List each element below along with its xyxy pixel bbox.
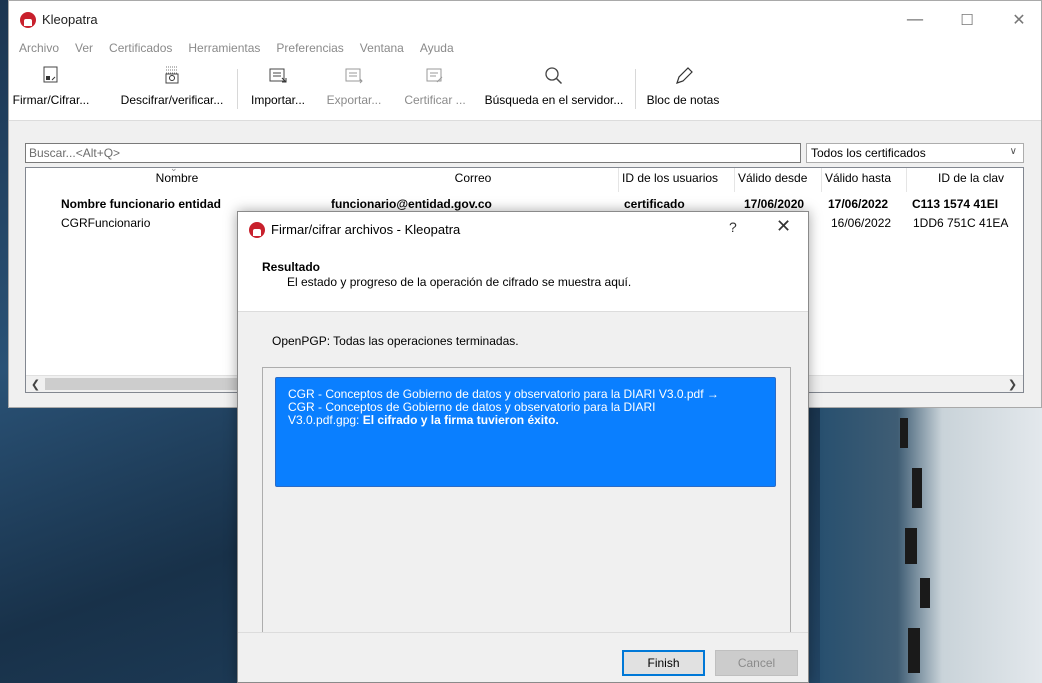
scrollbar-thumb[interactable] bbox=[45, 378, 238, 390]
search-row: Buscar...<Alt+Q> Todos los certificados … bbox=[25, 143, 1024, 163]
column-header-user-ids[interactable]: ID de los usuarios bbox=[622, 171, 718, 191]
title-bar: Kleopatra — ☐ ✕ bbox=[9, 1, 1041, 39]
column-header-valid-from[interactable]: Válido desde bbox=[738, 171, 807, 191]
scroll-right-icon[interactable]: ❯ bbox=[1004, 377, 1021, 392]
result-success-text: El cifrado y la firma tuvieron éxito. bbox=[362, 413, 559, 427]
notepad-label: Bloc de notas bbox=[646, 93, 720, 107]
row-1-valid-until[interactable]: 17/06/2022 bbox=[828, 197, 888, 211]
menu-ayuda[interactable]: Ayuda bbox=[412, 39, 462, 59]
row-1-valid-from[interactable]: 17/06/2020 bbox=[744, 197, 804, 211]
result-output-file-end: V3.0.pdf.gpg: bbox=[288, 413, 363, 427]
result-subtitle: El estado y progreso de la operación de … bbox=[287, 275, 632, 289]
import-icon bbox=[266, 65, 290, 87]
column-divider bbox=[734, 168, 735, 192]
export-icon bbox=[342, 65, 366, 87]
finish-button[interactable]: Finish bbox=[622, 650, 705, 676]
dialog-footer: Finish Cancel bbox=[238, 632, 808, 682]
certify-icon bbox=[423, 65, 447, 87]
row-1-user-ids[interactable]: certificado bbox=[624, 197, 685, 211]
row-1-key-id[interactable]: C113 1574 41EI bbox=[912, 197, 1023, 211]
sign-encrypt-button[interactable]: Firmar/Cifrar... bbox=[3, 65, 99, 115]
dialog-title-bar: Firmar/cifrar archivos - Kleopatra ? ✕ bbox=[238, 212, 808, 246]
window-title: Kleopatra bbox=[42, 12, 98, 27]
toolbar-separator-2 bbox=[635, 69, 636, 109]
row-1-email[interactable]: funcionario@entidad.gov.co bbox=[331, 197, 492, 211]
menu-ver[interactable]: Ver bbox=[67, 39, 101, 59]
row-2-valid-until[interactable]: 16/06/2022 bbox=[831, 216, 891, 230]
dialog-title: Firmar/cifrar archivos - Kleopatra bbox=[271, 222, 461, 237]
kleopatra-app-icon bbox=[20, 12, 36, 28]
server-search-button[interactable]: Búsqueda en el servidor... bbox=[479, 65, 629, 115]
menu-preferencias[interactable]: Preferencias bbox=[268, 39, 351, 59]
kleopatra-app-icon bbox=[249, 222, 265, 238]
result-item[interactable]: CGR - Conceptos de Gobierno de datos y o… bbox=[275, 377, 776, 487]
menu-bar: Archivo Ver Certificados Herramientas Pr… bbox=[9, 39, 1041, 59]
scroll-left-icon[interactable]: ❮ bbox=[27, 377, 44, 392]
results-list[interactable]: CGR - Conceptos de Gobierno de datos y o… bbox=[262, 367, 791, 635]
toolbar-separator bbox=[237, 69, 238, 109]
import-label: Importar... bbox=[250, 93, 306, 107]
export-button[interactable]: Exportar... bbox=[319, 65, 389, 115]
column-divider bbox=[821, 168, 822, 192]
chevron-down-icon: ∨ bbox=[1009, 146, 1017, 157]
dialog-header: Resultado El estado y progreso de la ope… bbox=[238, 246, 808, 312]
menu-ventana[interactable]: Ventana bbox=[352, 39, 412, 59]
decrypt-verify-button[interactable]: Descifrar/verificar... bbox=[113, 65, 231, 115]
column-header-nombre[interactable]: Nombre bbox=[26, 171, 328, 191]
sign-encrypt-label: Firmar/Cifrar... bbox=[12, 93, 90, 107]
row-1-name[interactable]: Nombre funcionario entidad bbox=[61, 197, 221, 211]
sign-encrypt-icon bbox=[39, 65, 63, 87]
result-output-line: V3.0.pdf.gpg: El cifrado y la firma tuvi… bbox=[288, 414, 763, 427]
notepad-button[interactable]: Bloc de notas bbox=[643, 65, 723, 115]
column-header-correo[interactable]: Correo bbox=[328, 171, 618, 191]
column-divider bbox=[906, 168, 907, 192]
desktop-building-image bbox=[820, 408, 1042, 683]
row-2-name[interactable]: CGRFuncionario bbox=[61, 216, 150, 230]
decrypt-verify-icon bbox=[160, 65, 184, 87]
row-2-key-id[interactable]: 1DD6 751C 41EA bbox=[913, 216, 1023, 230]
search-input[interactable]: Buscar...<Alt+Q> bbox=[25, 143, 801, 163]
column-header-key-id[interactable]: ID de la clav bbox=[938, 171, 1004, 191]
certify-label: Certificar ... bbox=[404, 93, 466, 107]
dialog-body: OpenPGP: Todas las operaciones terminada… bbox=[238, 312, 808, 635]
sign-encrypt-dialog: Firmar/cifrar archivos - Kleopatra ? ✕ R… bbox=[237, 211, 809, 683]
result-heading: Resultado bbox=[262, 260, 321, 274]
menu-herramientas[interactable]: Herramientas bbox=[180, 39, 268, 59]
pencil-icon bbox=[671, 65, 695, 87]
export-label: Exportar... bbox=[326, 93, 382, 107]
dialog-close-icon[interactable]: ✕ bbox=[776, 216, 791, 237]
column-divider bbox=[618, 168, 619, 192]
search-icon bbox=[542, 65, 566, 87]
certify-button[interactable]: Certificar ... bbox=[395, 65, 475, 115]
close-icon[interactable]: ✕ bbox=[999, 7, 1039, 33]
certificate-filter-select[interactable]: Todos los certificados ∨ bbox=[806, 143, 1024, 163]
menu-certificados[interactable]: Certificados bbox=[101, 39, 180, 59]
status-message: OpenPGP: Todas las operaciones terminada… bbox=[272, 334, 519, 348]
minimize-icon[interactable]: — bbox=[895, 7, 935, 33]
filter-select-value: Todos los certificados bbox=[811, 146, 926, 160]
server-search-label: Búsqueda en el servidor... bbox=[484, 93, 624, 107]
sort-indicator-icon: ⌄ bbox=[170, 167, 178, 174]
toolbar: Firmar/Cifrar... Descifrar/verificar... … bbox=[9, 59, 1041, 121]
help-icon[interactable]: ? bbox=[729, 219, 737, 235]
decrypt-verify-label: Descifrar/verificar... bbox=[120, 93, 224, 107]
column-header-valid-until[interactable]: Válido hasta bbox=[825, 171, 891, 191]
maximize-icon[interactable]: ☐ bbox=[947, 7, 987, 33]
menu-archivo[interactable]: Archivo bbox=[11, 39, 67, 59]
cancel-button[interactable]: Cancel bbox=[715, 650, 798, 676]
import-button[interactable]: Importar... bbox=[243, 65, 313, 115]
